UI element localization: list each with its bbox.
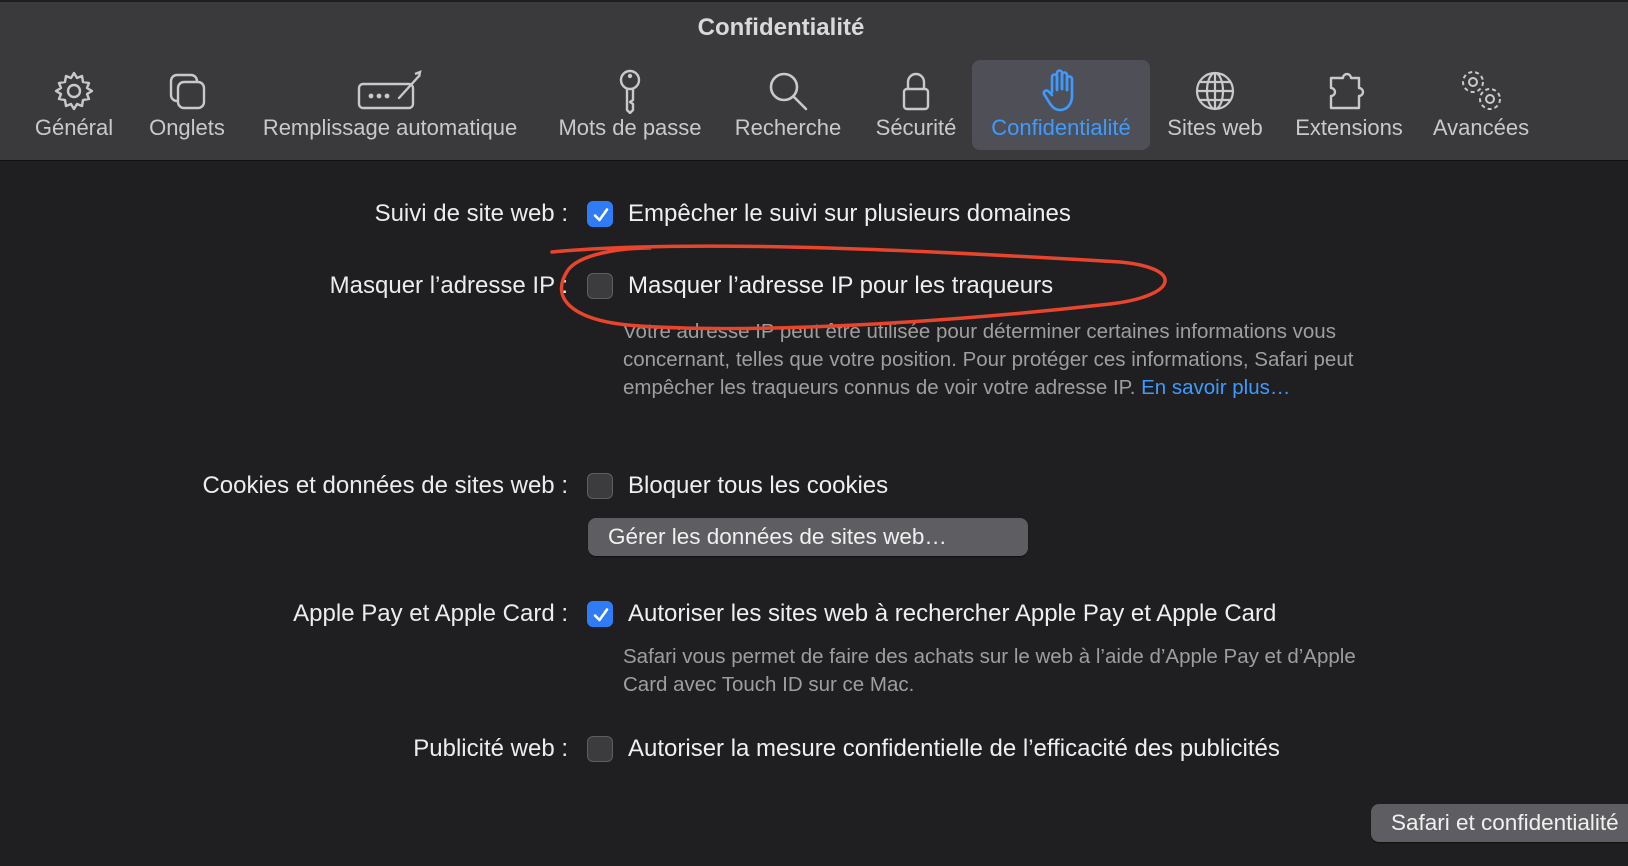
tab-label: Avancées — [1432, 115, 1530, 140]
globe-icon — [1195, 71, 1235, 111]
key-icon — [619, 69, 641, 114]
tab-search[interactable]: Recherche — [729, 60, 847, 150]
manage-website-data-button[interactable]: Gérer les données de sites web… — [588, 518, 1028, 556]
hide-ip-help: Votre adresse IP peut être utilisée pour… — [623, 318, 1403, 402]
tab-extensions[interactable]: Extensions — [1286, 60, 1412, 150]
checkmark-icon — [593, 608, 609, 622]
apple-pay-label: Apple Pay et Apple Card : — [293, 600, 568, 627]
prevent-cross-site-tracking-text: Empêcher le suivi sur plusieurs domaines — [628, 200, 1071, 227]
prevent-cross-site-tracking-checkbox[interactable] — [587, 201, 613, 227]
tab-autofill[interactable]: Remplissage automatique — [253, 60, 527, 150]
block-cookies-text: Bloquer tous les cookies — [628, 472, 889, 499]
window-title: Confidentialité — [697, 14, 865, 41]
button-label: Gérer les données de sites web… — [608, 524, 947, 549]
tab-advanced[interactable]: Avancées — [1425, 60, 1537, 150]
tabs-icon — [169, 73, 206, 110]
hide-ip-label: Masquer l’adresse IP : — [329, 272, 568, 299]
autofill-icon — [357, 70, 422, 110]
tab-label: Remplissage automatique — [262, 115, 518, 140]
tab-label: Extensions — [1295, 115, 1403, 140]
privacy-preserving-ad-measurement-text: Autoriser la mesure confidentielle de l’… — [628, 735, 1280, 762]
safari-privacy-button[interactable]: Safari et confidentialité — [1371, 804, 1628, 842]
tab-passwords[interactable]: Mots de passe — [550, 60, 710, 150]
web-ads-label: Publicité web : — [413, 735, 568, 762]
lock-icon — [902, 72, 930, 111]
learn-more-link[interactable]: En savoir plus… — [1141, 376, 1290, 399]
tab-label: Général — [34, 115, 114, 140]
apple-pay-text: Autoriser les sites web à rechercher App… — [628, 600, 1277, 627]
preferences-toolbar: Confidentialité Général Onglets Rempliss… — [0, 0, 1628, 161]
tab-general[interactable]: Général — [30, 60, 118, 150]
gears-icon — [1462, 71, 1501, 110]
tab-label: Confidentialité — [991, 115, 1131, 140]
apple-pay-checkbox[interactable] — [587, 601, 613, 627]
tab-label: Sécurité — [875, 115, 957, 140]
hide-ip-text: Masquer l’adresse IP pour les traqueurs — [628, 272, 1054, 299]
tab-label: Sites web — [1167, 115, 1263, 140]
tab-privacy[interactable]: Confidentialité — [972, 60, 1150, 150]
gear-icon — [54, 71, 94, 111]
tracking-label: Suivi de site web : — [374, 200, 568, 227]
tab-security[interactable]: Sécurité — [865, 60, 967, 150]
search-icon — [769, 72, 808, 111]
tab-label: Recherche — [734, 115, 842, 140]
tab-websites[interactable]: Sites web — [1160, 60, 1270, 150]
apple-pay-help: Safari vous permet de faire des achats s… — [623, 645, 1356, 696]
tab-label: Onglets — [149, 115, 225, 140]
button-label: Safari et confidentialité — [1391, 810, 1619, 835]
tab-onglets[interactable]: Onglets — [143, 60, 231, 150]
cookies-label: Cookies et données de sites web : — [202, 472, 568, 499]
privacy-preserving-ad-measurement-checkbox[interactable] — [587, 736, 613, 762]
hide-ip-checkbox[interactable] — [587, 273, 613, 299]
hand-icon — [1042, 69, 1074, 112]
block-cookies-checkbox[interactable] — [587, 473, 613, 499]
tab-label: Mots de passe — [558, 115, 702, 140]
checkmark-icon — [593, 208, 609, 222]
puzzle-icon — [1329, 72, 1365, 110]
